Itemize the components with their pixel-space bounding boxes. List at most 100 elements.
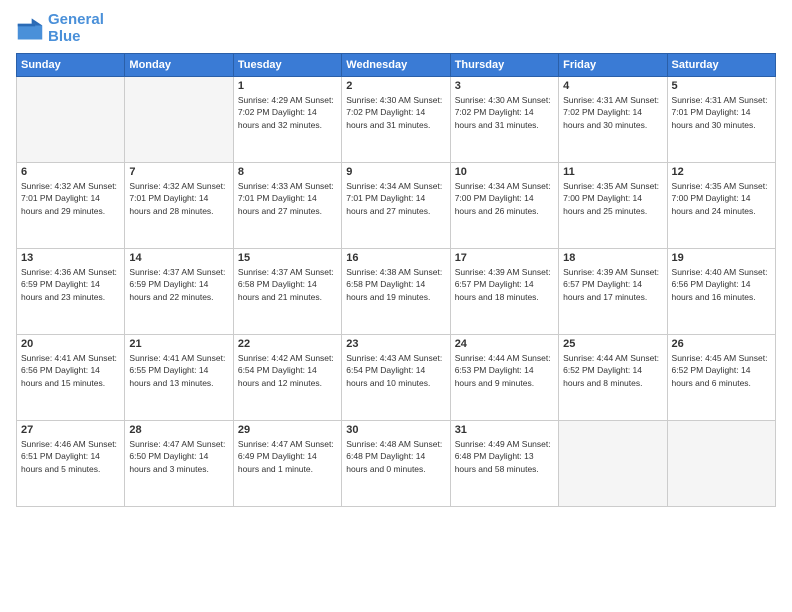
calendar-cell: 10 Sunrise: 4:34 AM Sunset: 7:00 PM Dayli… [450, 163, 558, 249]
day-info: Sunrise: 4:47 AM Sunset: 6:49 PM Dayligh… [238, 438, 337, 475]
calendar-cell: 2Sunrise: 4:30 AM Sunset: 7:02 PM Daylig… [342, 77, 450, 163]
day-number: 10 [455, 166, 554, 178]
day-number: 6 [21, 166, 120, 178]
day-info: Sunrise: 4:42 AM Sunset: 6:54 PM Dayligh… [238, 352, 337, 389]
day-info: Sunrise: 4:45 AM Sunset: 6:52 PM Dayligh… [672, 352, 771, 389]
calendar-cell: 8 Sunrise: 4:33 AM Sunset: 7:01 PM Daylig… [233, 163, 341, 249]
day-number: 23 [346, 338, 445, 350]
calendar-cell: 4Sunrise: 4:31 AM Sunset: 7:02 PM Daylig… [559, 77, 667, 163]
day-info: Sunrise: 4:49 AM Sunset: 6:48 PM Dayligh… [455, 438, 554, 475]
week-row-0: 1Sunrise: 4:29 AM Sunset: 7:02 PM Daylig… [17, 77, 776, 163]
day-info: Sunrise: 4:39 AM Sunset: 6:57 PM Dayligh… [563, 266, 662, 303]
calendar-cell: 30 Sunrise: 4:48 AM Sunset: 6:48 PM Dayli… [342, 421, 450, 507]
day-number: 25 [563, 338, 662, 350]
day-number: 7 [129, 166, 228, 178]
week-row-1: 6 Sunrise: 4:32 AM Sunset: 7:01 PM Daylig… [17, 163, 776, 249]
calendar-cell: 18 Sunrise: 4:39 AM Sunset: 6:57 PM Dayli… [559, 249, 667, 335]
calendar-cell [667, 421, 775, 507]
day-number: 16 [346, 252, 445, 264]
day-info: Sunrise: 4:33 AM Sunset: 7:01 PM Dayligh… [238, 180, 337, 217]
day-number: 4 [563, 80, 662, 92]
calendar-cell: 11 Sunrise: 4:35 AM Sunset: 7:00 PM Dayli… [559, 163, 667, 249]
day-info: Sunrise: 4:40 AM Sunset: 6:56 PM Dayligh… [672, 266, 771, 303]
calendar-cell: 7Sunrise: 4:32 AM Sunset: 7:01 PM Daylig… [125, 163, 233, 249]
day-info: Sunrise: 4:37 AM Sunset: 6:59 PM Dayligh… [129, 266, 228, 303]
day-number: 11 [563, 166, 662, 178]
calendar-cell: 24 Sunrise: 4:44 AM Sunset: 6:53 PM Dayli… [450, 335, 558, 421]
day-info: Sunrise: 4:34 AM Sunset: 7:00 PM Dayligh… [455, 180, 554, 217]
day-info: Sunrise: 4:32 AM Sunset: 7:01 PM Dayligh… [21, 180, 120, 217]
calendar-cell: 26 Sunrise: 4:45 AM Sunset: 6:52 PM Dayli… [667, 335, 775, 421]
weekday-header-monday: Monday [125, 54, 233, 77]
calendar-cell [559, 421, 667, 507]
day-info: Sunrise: 4:44 AM Sunset: 6:53 PM Dayligh… [455, 352, 554, 389]
day-number: 17 [455, 252, 554, 264]
logo-line1: General [48, 12, 104, 29]
calendar-cell: 27Sunrise: 4:46 AM Sunset: 6:51 PM Dayli… [17, 421, 125, 507]
day-info: Sunrise: 4:43 AM Sunset: 6:54 PM Dayligh… [346, 352, 445, 389]
day-number: 14 [129, 252, 228, 264]
day-info: Sunrise: 4:34 AM Sunset: 7:01 PM Dayligh… [346, 180, 445, 217]
day-info: Sunrise: 4:48 AM Sunset: 6:48 PM Dayligh… [346, 438, 445, 475]
day-number: 22 [238, 338, 337, 350]
week-row-4: 27Sunrise: 4:46 AM Sunset: 6:51 PM Dayli… [17, 421, 776, 507]
weekday-header-saturday: Saturday [667, 54, 775, 77]
calendar-table: SundayMondayTuesdayWednesdayThursdayFrid… [16, 53, 776, 507]
day-info: Sunrise: 4:39 AM Sunset: 6:57 PM Dayligh… [455, 266, 554, 303]
day-number: 27 [21, 424, 120, 436]
calendar-cell: 29 Sunrise: 4:47 AM Sunset: 6:49 PM Dayli… [233, 421, 341, 507]
logo: General Blue [16, 12, 104, 45]
header: General Blue [16, 12, 776, 45]
day-info: Sunrise: 4:44 AM Sunset: 6:52 PM Dayligh… [563, 352, 662, 389]
day-number: 26 [672, 338, 771, 350]
calendar-cell: 5 Sunrise: 4:31 AM Sunset: 7:01 PM Daylig… [667, 77, 775, 163]
day-info: Sunrise: 4:41 AM Sunset: 6:55 PM Dayligh… [129, 352, 228, 389]
calendar-cell: 14 Sunrise: 4:37 AM Sunset: 6:59 PM Dayli… [125, 249, 233, 335]
day-number: 8 [238, 166, 337, 178]
day-number: 20 [21, 338, 120, 350]
day-number: 19 [672, 252, 771, 264]
weekday-header-tuesday: Tuesday [233, 54, 341, 77]
day-info: Sunrise: 4:37 AM Sunset: 6:58 PM Dayligh… [238, 266, 337, 303]
day-info: Sunrise: 4:35 AM Sunset: 7:00 PM Dayligh… [672, 180, 771, 217]
weekday-header-friday: Friday [559, 54, 667, 77]
calendar-cell: 13 Sunrise: 4:36 AM Sunset: 6:59 PM Dayli… [17, 249, 125, 335]
week-row-2: 13 Sunrise: 4:36 AM Sunset: 6:59 PM Dayli… [17, 249, 776, 335]
calendar-cell: 20 Sunrise: 4:41 AM Sunset: 6:56 PM Dayli… [17, 335, 125, 421]
day-number: 5 [672, 80, 771, 92]
calendar-cell: 3Sunrise: 4:30 AM Sunset: 7:02 PM Daylig… [450, 77, 558, 163]
calendar-cell: 16Sunrise: 4:38 AM Sunset: 6:58 PM Dayli… [342, 249, 450, 335]
calendar-cell: 25 Sunrise: 4:44 AM Sunset: 6:52 PM Dayli… [559, 335, 667, 421]
calendar-cell: 6 Sunrise: 4:32 AM Sunset: 7:01 PM Daylig… [17, 163, 125, 249]
day-number: 30 [346, 424, 445, 436]
day-info: Sunrise: 4:30 AM Sunset: 7:02 PM Dayligh… [346, 94, 445, 131]
day-info: Sunrise: 4:41 AM Sunset: 6:56 PM Dayligh… [21, 352, 120, 389]
calendar-cell: 21 Sunrise: 4:41 AM Sunset: 6:55 PM Dayli… [125, 335, 233, 421]
logo-icon [16, 15, 44, 43]
day-number: 21 [129, 338, 228, 350]
day-number: 18 [563, 252, 662, 264]
calendar-cell [17, 77, 125, 163]
day-info: Sunrise: 4:29 AM Sunset: 7:02 PM Dayligh… [238, 94, 337, 131]
weekday-header-thursday: Thursday [450, 54, 558, 77]
weekday-header-sunday: Sunday [17, 54, 125, 77]
week-row-3: 20 Sunrise: 4:41 AM Sunset: 6:56 PM Dayli… [17, 335, 776, 421]
day-number: 3 [455, 80, 554, 92]
day-number: 29 [238, 424, 337, 436]
day-info: Sunrise: 4:31 AM Sunset: 7:01 PM Dayligh… [672, 94, 771, 131]
calendar-cell: 19 Sunrise: 4:40 AM Sunset: 6:56 PM Dayli… [667, 249, 775, 335]
page: General Blue SundayMondayTuesdayWednesda… [0, 0, 792, 612]
calendar-header-row: SundayMondayTuesdayWednesdayThursdayFrid… [17, 54, 776, 77]
day-number: 24 [455, 338, 554, 350]
calendar-cell: 23 Sunrise: 4:43 AM Sunset: 6:54 PM Dayli… [342, 335, 450, 421]
calendar-cell: 12Sunrise: 4:35 AM Sunset: 7:00 PM Dayli… [667, 163, 775, 249]
calendar-cell: 22 Sunrise: 4:42 AM Sunset: 6:54 PM Dayli… [233, 335, 341, 421]
day-number: 9 [346, 166, 445, 178]
calendar-cell [125, 77, 233, 163]
day-number: 28 [129, 424, 228, 436]
day-info: Sunrise: 4:36 AM Sunset: 6:59 PM Dayligh… [21, 266, 120, 303]
calendar-cell: 1Sunrise: 4:29 AM Sunset: 7:02 PM Daylig… [233, 77, 341, 163]
day-number: 31 [455, 424, 554, 436]
day-number: 13 [21, 252, 120, 264]
day-info: Sunrise: 4:35 AM Sunset: 7:00 PM Dayligh… [563, 180, 662, 217]
